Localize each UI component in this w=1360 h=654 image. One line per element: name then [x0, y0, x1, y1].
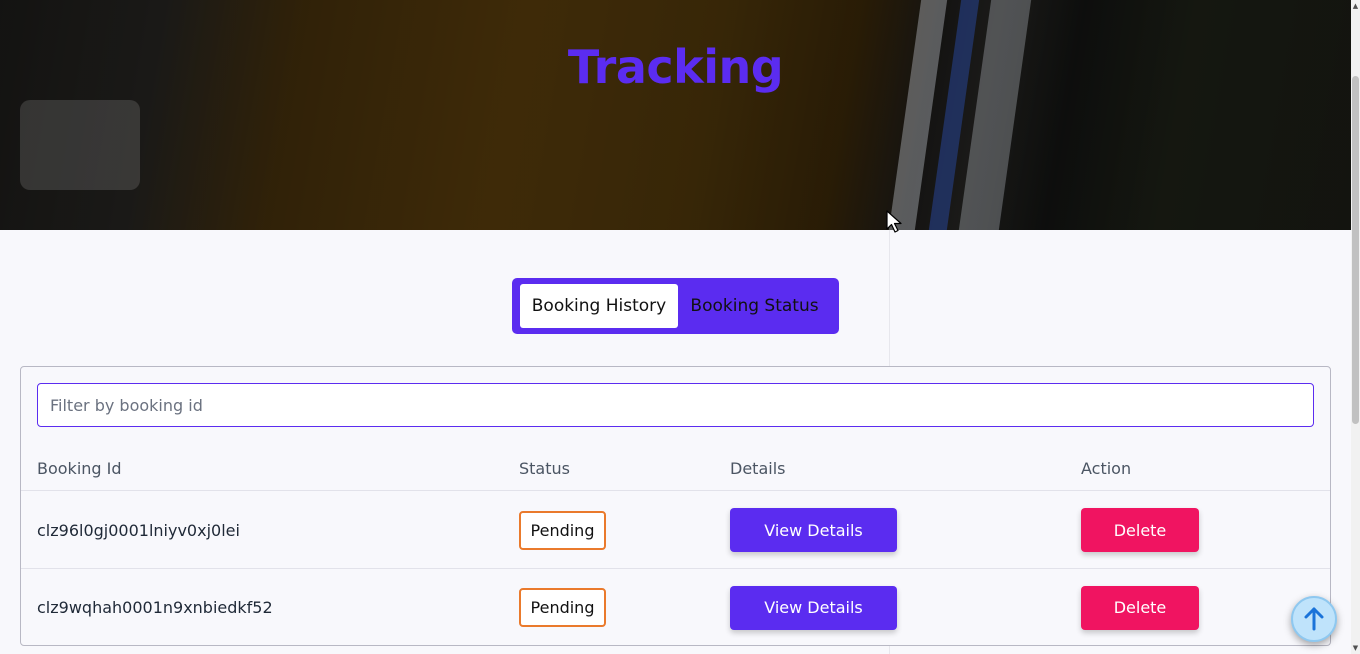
delete-button[interactable]: Delete — [1081, 508, 1199, 552]
scrollbar-thumb[interactable] — [1352, 76, 1359, 424]
mouse-pointer-icon — [886, 210, 902, 233]
booking-tab-toggle: Booking History Booking Status — [512, 278, 839, 334]
status-cell: Pending — [519, 569, 606, 646]
status-badge: Pending — [519, 510, 606, 550]
column-header-action: Action — [1081, 459, 1132, 478]
table-row: clz96l0gj0001lniyv0xj0lei Pending View D… — [21, 492, 1330, 569]
table-header: Booking Id Status Details Action — [21, 447, 1330, 491]
column-header-booking-id: Booking Id — [37, 459, 122, 478]
tab-booking-history[interactable]: Booking History — [520, 284, 678, 328]
page-title: Tracking — [567, 40, 784, 94]
booking-id-cell: clz9wqhah0001n9xnbiedkf52 — [37, 598, 273, 617]
view-details-button[interactable]: View Details — [730, 585, 897, 630]
page-scrollbar[interactable]: ▲ ▼ — [1351, 0, 1360, 654]
column-header-status: Status — [519, 459, 570, 478]
scroll-to-top-button[interactable] — [1291, 596, 1337, 642]
action-cell: Delete — [1081, 492, 1199, 568]
booking-history-card: Booking Id Status Details Action clz96l0… — [20, 366, 1331, 646]
booking-id-cell: clz96l0gj0001lniyv0xj0lei — [37, 520, 240, 540]
details-cell: View Details — [730, 569, 897, 646]
delete-button[interactable]: Delete — [1081, 585, 1199, 630]
hero-background-detail — [20, 100, 140, 190]
scroll-up-arrow-icon[interactable]: ▲ — [1352, 2, 1359, 10]
action-cell: Delete — [1081, 569, 1199, 646]
hero-banner: Tracking — [0, 0, 1351, 230]
details-cell: View Details — [730, 492, 897, 568]
tab-booking-status[interactable]: Booking Status — [678, 284, 831, 328]
filter-booking-id-input[interactable] — [37, 383, 1314, 427]
arrow-up-icon — [1304, 607, 1324, 631]
table-row: clz9wqhah0001n9xnbiedkf52 Pending View D… — [21, 569, 1330, 646]
column-header-details: Details — [730, 459, 786, 478]
status-badge: Pending — [519, 588, 606, 627]
scroll-down-arrow-icon[interactable]: ▼ — [1352, 644, 1359, 652]
view-details-button[interactable]: View Details — [730, 508, 897, 552]
status-cell: Pending — [519, 492, 606, 568]
